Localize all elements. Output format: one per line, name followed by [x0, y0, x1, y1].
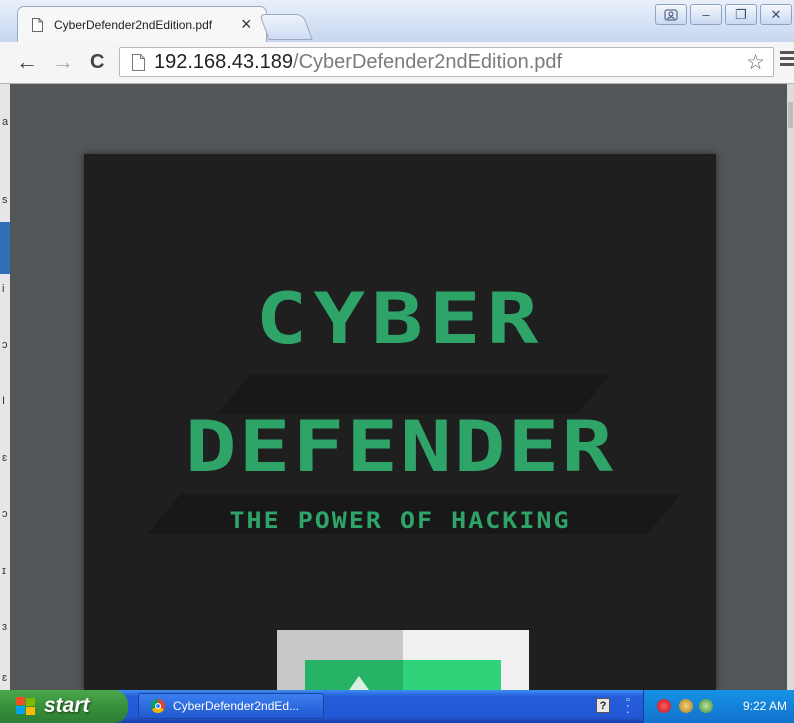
- user-icon: [664, 9, 678, 20]
- tab-close-button[interactable]: ×: [241, 14, 252, 34]
- edge-glyph: ɔ: [2, 339, 8, 351]
- speaker-icon[interactable]: [679, 699, 693, 713]
- pdf-viewer[interactable]: a s i ɔ I ɛ ɔ ɪ ɜ ɛ CYBER DEFENDER THE P…: [0, 84, 794, 690]
- edge-glyph: ɪ: [2, 565, 6, 577]
- tab-pdf[interactable]: CyberDefender2ndEdition.pdf ×: [17, 6, 267, 42]
- edge-glyph: ɛ: [2, 452, 8, 464]
- edge-glyph: i: [2, 283, 5, 295]
- edge-glyph: ɔ: [2, 508, 8, 520]
- clock: 9:22 AM: [743, 699, 788, 713]
- minimize-button[interactable]: –: [690, 4, 722, 25]
- page-icon: [132, 54, 145, 71]
- start-label: start: [44, 694, 90, 717]
- url-text: 192.168.43.189/CyberDefender2ndEdition.p…: [154, 51, 562, 74]
- edge-blue-block: [0, 222, 10, 274]
- windows-flag-icon: [16, 697, 36, 716]
- chrome-icon: [151, 699, 165, 713]
- cover-tagline: THE POWER OF HACKING: [229, 507, 571, 534]
- start-button[interactable]: start: [0, 690, 128, 723]
- taskbar-item-chrome[interactable]: CyberDefender2ndEd...: [138, 693, 324, 719]
- cover-title-line-1: CYBER: [255, 278, 545, 360]
- edge-glyph: ɛ: [2, 672, 8, 684]
- page-icon: [32, 18, 43, 32]
- edge-glyph: ɜ: [2, 621, 8, 633]
- scrollbar[interactable]: [787, 84, 794, 690]
- system-tray: 9:22 AM: [643, 690, 794, 723]
- forward-button[interactable]: →: [52, 49, 74, 75]
- network-icon[interactable]: ▫ ⁚: [626, 695, 630, 716]
- reload-button[interactable]: C: [90, 49, 104, 75]
- tray-app-icon[interactable]: [699, 699, 713, 713]
- address-bar[interactable]: 192.168.43.189/CyberDefender2ndEdition.p…: [119, 47, 774, 77]
- tab-strip: CyberDefender2ndEdition.pdf × – ❐ ✕: [0, 0, 794, 42]
- edge-glyph: s: [2, 194, 8, 206]
- tab-title: CyberDefender2ndEdition.pdf: [54, 18, 213, 32]
- new-tab-button[interactable]: [259, 14, 313, 40]
- pdf-page: CYBER DEFENDER THE POWER OF HACKING: [84, 154, 716, 690]
- back-button[interactable]: ←: [16, 49, 38, 75]
- maximize-button[interactable]: ❐: [725, 4, 757, 25]
- window-controls: – ❐ ✕: [655, 4, 792, 26]
- security-shield-icon[interactable]: [657, 699, 671, 713]
- close-button[interactable]: ✕: [760, 4, 792, 25]
- scrollbar-thumb[interactable]: [788, 102, 793, 128]
- cover-title-line-2: DEFENDER: [184, 406, 616, 488]
- url-host: 192.168.43.189: [154, 51, 294, 73]
- edge-glyph: a: [2, 116, 9, 128]
- cover-illustration: [277, 630, 529, 690]
- user-button[interactable]: [655, 4, 687, 25]
- toolbar: ← → C 192.168.43.189/CyberDefender2ndEdi…: [0, 42, 794, 84]
- menu-icon[interactable]: [780, 51, 794, 67]
- bookmark-star-icon[interactable]: ☆: [746, 50, 765, 75]
- taskbar: start CyberDefender2ndEd... ? ▫ ⁚ 9:22 AM: [0, 690, 794, 723]
- help-icon[interactable]: ?: [596, 698, 610, 713]
- url-path: /CyberDefender2ndEdition.pdf: [293, 51, 563, 73]
- edge-glyph: I: [2, 395, 6, 407]
- taskbar-item-label: CyberDefender2ndEd...: [173, 699, 300, 713]
- background-window-edge: a s i ɔ I ɛ ɔ ɪ ɜ ɛ: [0, 84, 10, 690]
